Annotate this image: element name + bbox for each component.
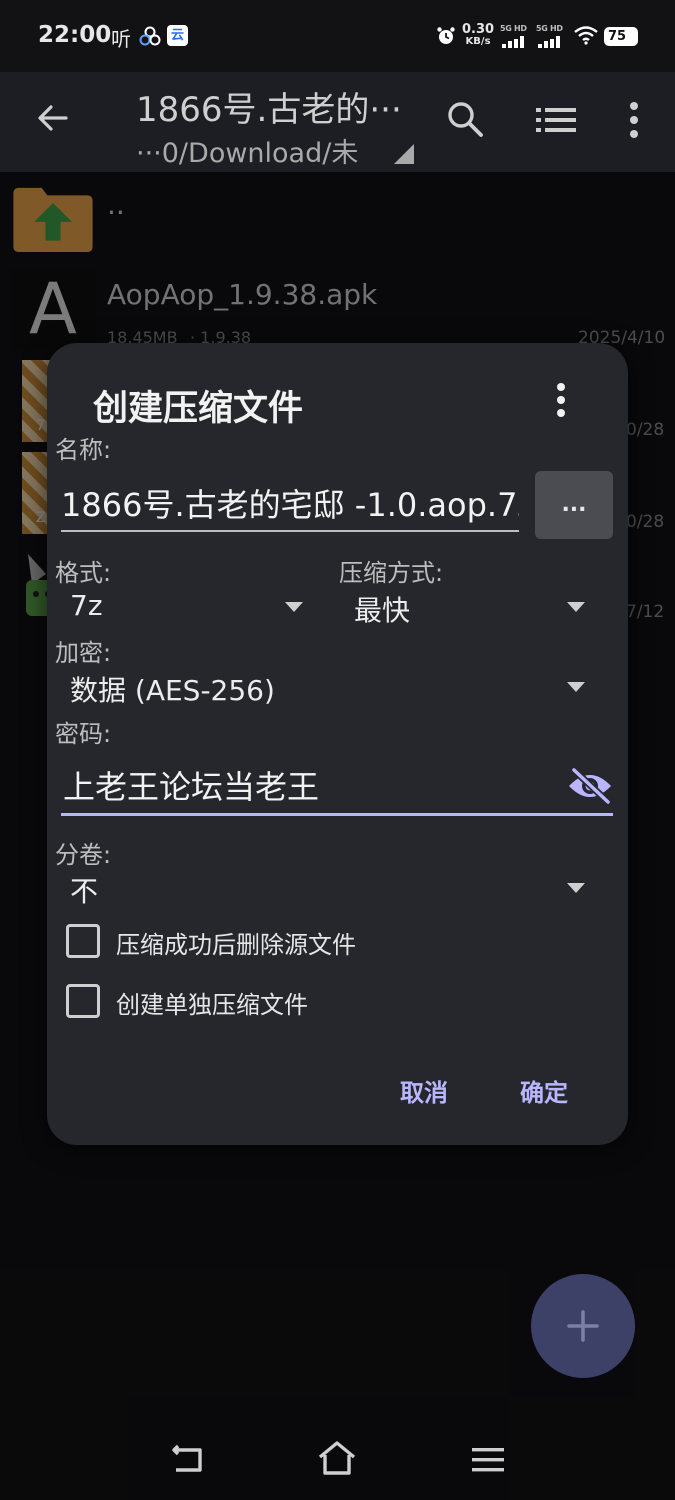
nav-menu-icon[interactable] — [472, 1446, 504, 1474]
dropdown-corner-icon[interactable] — [394, 144, 414, 164]
nav-home-icon[interactable] — [317, 1440, 357, 1476]
search-icon[interactable] — [446, 100, 484, 138]
delete-source-checkbox[interactable] — [66, 924, 100, 958]
method-select[interactable]: 最快 — [339, 585, 594, 629]
format-label: 格式: — [55, 559, 112, 587]
sim2-signal-icon: 5G HD — [536, 24, 566, 48]
wifi-icon — [574, 26, 598, 45]
breadcrumb-path[interactable]: ···0/Download/未 — [136, 131, 396, 170]
method-label: 压缩方式: — [339, 559, 444, 587]
arrow-left-icon[interactable] — [36, 101, 70, 135]
app-notification-icon — [139, 26, 161, 46]
alarm-icon — [437, 27, 455, 44]
separate-archive-label: 创建单独压缩文件 — [116, 991, 308, 1019]
method-value: 最快 — [354, 594, 411, 627]
cloud-app-icon: 云 — [167, 25, 188, 46]
sim1-signal-icon: 5G HD — [500, 24, 530, 48]
separate-archive-option[interactable]: 创建单独压缩文件 — [66, 982, 426, 1020]
more-vertical-icon[interactable] — [620, 100, 648, 140]
network-speed: 0.30 KB/s — [462, 22, 495, 47]
status-time: 22:00 — [38, 22, 112, 48]
battery-icon: 75 — [604, 27, 638, 46]
name-label: 名称: — [55, 436, 112, 464]
cancel-button[interactable]: 取消 — [400, 1073, 448, 1108]
nav-back-icon[interactable] — [170, 1442, 206, 1476]
split-value: 不 — [70, 875, 99, 908]
chevron-down-icon — [567, 602, 585, 612]
more-vertical-icon[interactable] — [548, 381, 574, 419]
encrypt-value: 数据 (AES-256) — [70, 674, 275, 707]
password-field[interactable]: 上老王论坛当老王 — [61, 760, 613, 816]
chevron-down-icon — [567, 682, 585, 692]
encrypt-label: 加密: — [55, 639, 112, 667]
delete-source-option[interactable]: 压缩成功后删除源文件 — [66, 922, 426, 960]
chevron-down-icon — [567, 883, 585, 893]
format-value: 7z — [70, 589, 103, 622]
eye-off-icon[interactable] — [566, 766, 614, 806]
ting-app-icon: 听 — [111, 27, 131, 51]
list-view-icon[interactable] — [536, 104, 576, 136]
ok-button[interactable]: 确定 — [520, 1073, 568, 1108]
encrypt-select[interactable]: 数据 (AES-256) — [55, 665, 595, 709]
password-label: 密码: — [55, 720, 112, 748]
split-label: 分卷: — [55, 841, 112, 869]
plus-icon — [567, 1310, 599, 1342]
split-select[interactable]: 不 — [55, 866, 595, 910]
delete-source-label: 压缩成功后删除源文件 — [116, 931, 356, 959]
page-title: 1866号.古老的··· — [136, 90, 402, 130]
format-select[interactable]: 7z — [55, 585, 310, 629]
separate-archive-checkbox[interactable] — [66, 984, 100, 1018]
create-archive-dialog — [47, 343, 628, 1145]
archive-name-input[interactable]: 1866号.古老的宅邸 -1.0.aop.7z — [61, 480, 519, 532]
browse-button[interactable]: ... — [535, 471, 613, 539]
chevron-down-icon — [285, 602, 303, 612]
dialog-title: 创建压缩文件 — [93, 389, 304, 429]
